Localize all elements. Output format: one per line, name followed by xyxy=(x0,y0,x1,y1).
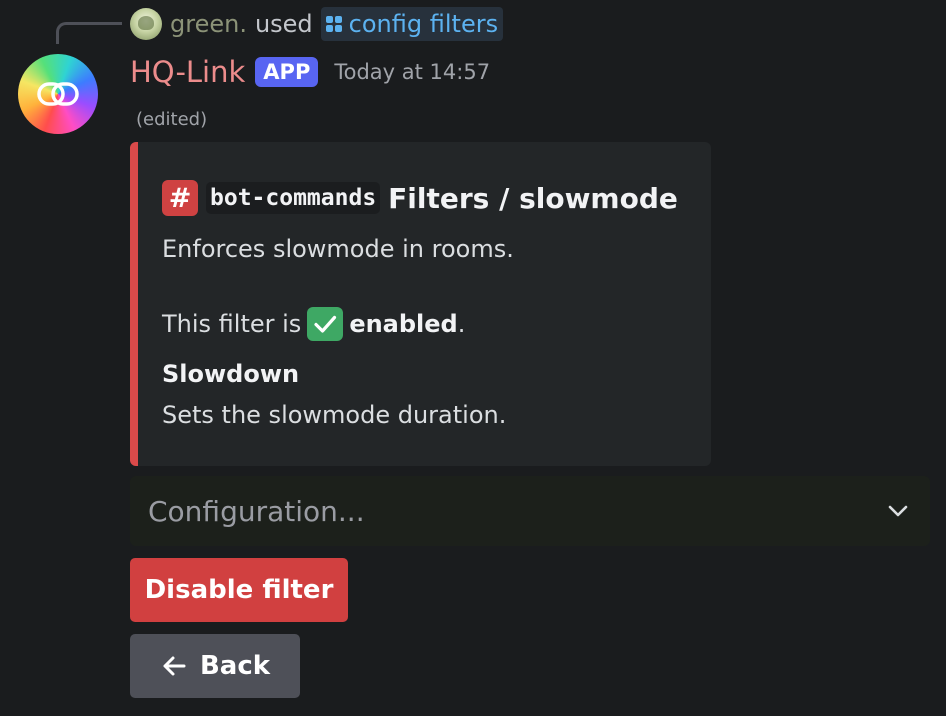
back-label: Back xyxy=(199,651,271,681)
reply-avatar[interactable] xyxy=(130,8,162,40)
author-name[interactable]: HQ-Link xyxy=(130,55,245,89)
app-command-icon xyxy=(325,15,343,33)
slash-command-chip[interactable]: config filters xyxy=(320,7,504,41)
embed-field-name: Slowdown xyxy=(162,360,300,388)
status-word: enabled xyxy=(349,310,458,338)
slash-command-name: config filters xyxy=(348,10,499,38)
reply-spine xyxy=(56,22,122,44)
app-badge: APP xyxy=(255,57,319,87)
check-mark-icon xyxy=(307,307,344,341)
status-suffix: . xyxy=(457,310,466,338)
status-prefix: This filter is xyxy=(162,310,302,338)
author-avatar[interactable] xyxy=(18,54,98,134)
embed-title-text: Filters / slowmode xyxy=(388,181,678,215)
embed-accent-bar xyxy=(130,142,138,466)
chain-link-icon xyxy=(37,82,79,106)
message-view: green. used config filters HQ-Link APP T… xyxy=(0,0,946,716)
reply-context[interactable]: green. used config filters xyxy=(130,7,504,41)
reply-username[interactable]: green. xyxy=(170,10,247,38)
disable-filter-button[interactable]: Disable filter xyxy=(130,558,348,622)
message-header: HQ-Link APP Today at 14:57 xyxy=(130,52,490,92)
embed-field-value: Sets the slowmode duration. xyxy=(162,401,507,429)
reply-used-text: used xyxy=(254,10,313,38)
configuration-select[interactable]: Configuration... xyxy=(130,476,930,546)
chevron-down-icon xyxy=(888,505,908,517)
arrow-left-icon xyxy=(163,656,186,676)
embed-title: # bot-commands Filters / slowmode xyxy=(162,178,678,218)
hash-icon: # xyxy=(162,180,198,216)
embed-description: Enforces slowmode in rooms. xyxy=(162,235,514,263)
message-timestamp[interactable]: Today at 14:57 xyxy=(334,60,490,84)
filter-status: This filter is enabled . xyxy=(162,306,465,342)
select-placeholder: Configuration... xyxy=(148,494,365,528)
disable-filter-label: Disable filter xyxy=(144,575,334,605)
back-button[interactable]: Back xyxy=(130,634,300,698)
embed-card: # bot-commands Filters / slowmode Enforc… xyxy=(130,142,711,466)
channel-name: bot-commands xyxy=(206,182,381,214)
edited-label: (edited) xyxy=(136,109,208,130)
